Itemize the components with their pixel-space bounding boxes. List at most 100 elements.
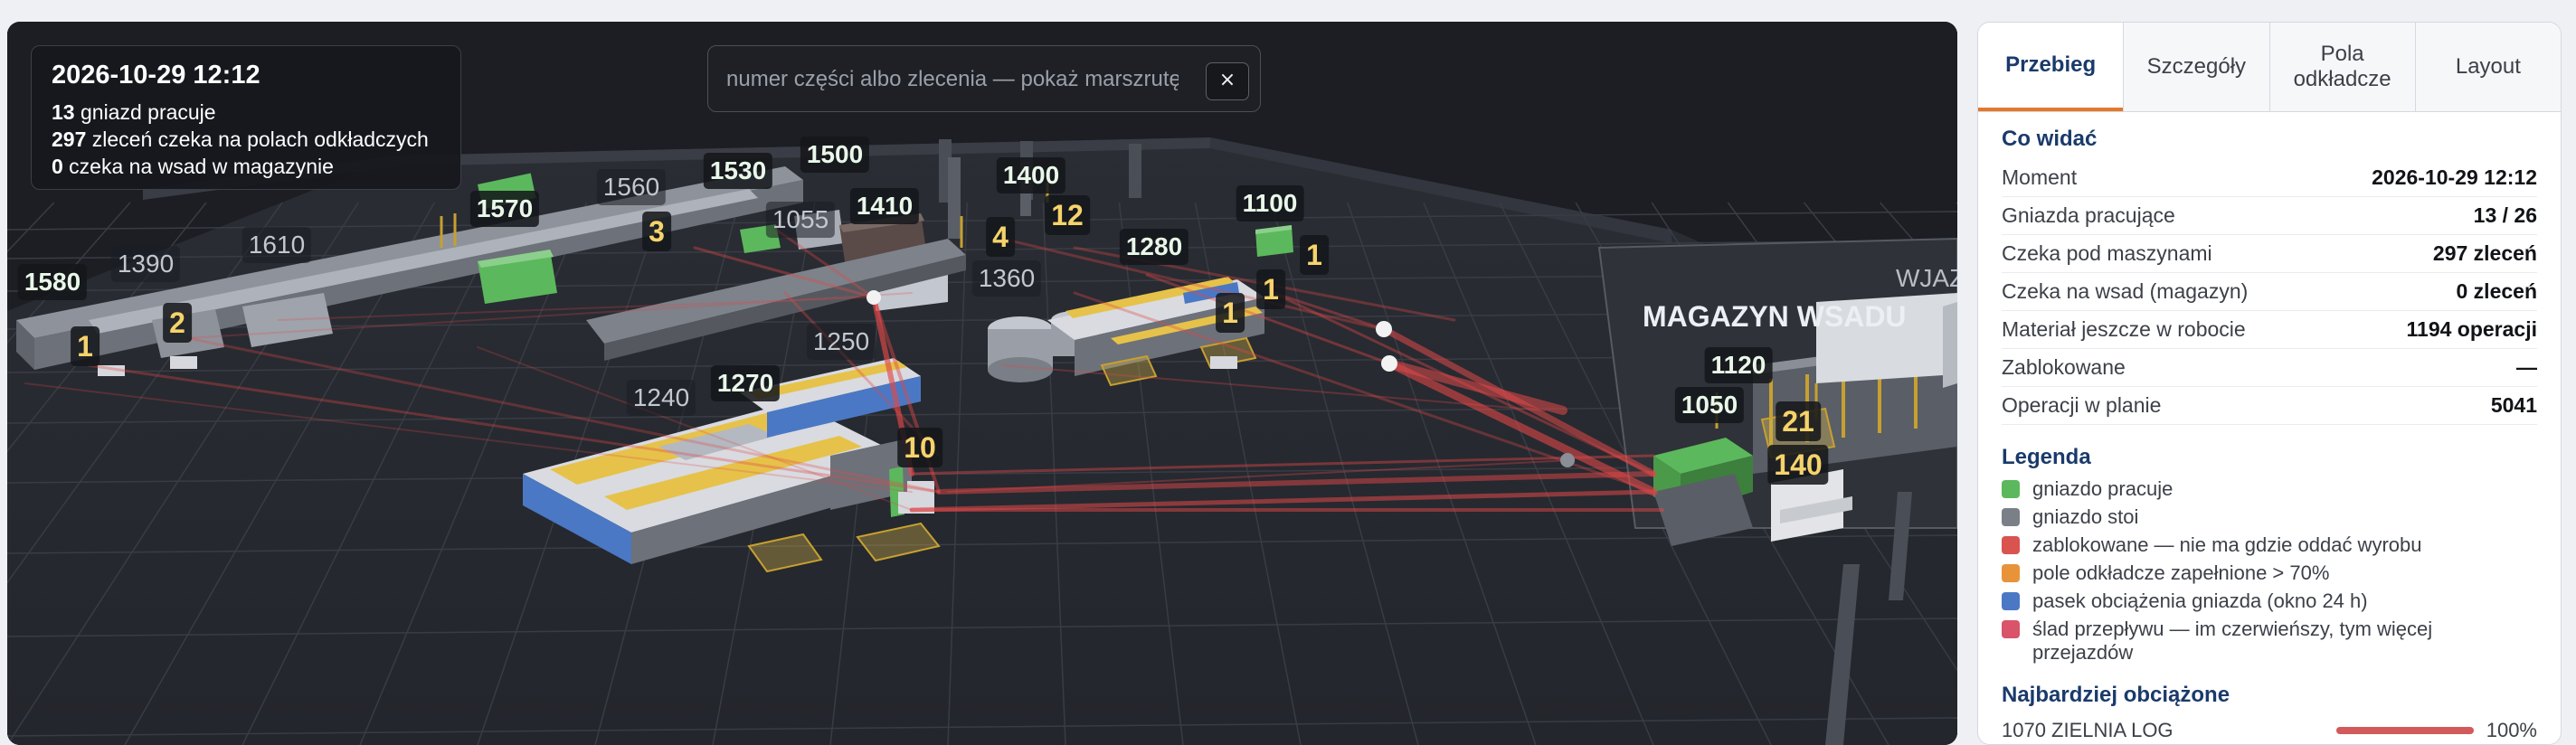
legend: gniazdo pracuje gniazdo stoi zablokowane…: [2002, 477, 2537, 665]
summary-value: 1194 operacji: [2406, 317, 2538, 341]
entry-label: WJAZD: [1896, 264, 1957, 292]
queue-count[interactable]: 3: [642, 212, 671, 251]
station-label-1280[interactable]: 1280: [1119, 229, 1189, 265]
queue-count[interactable]: 10: [897, 428, 942, 467]
legend-item: gniazdo pracuje: [2002, 477, 2537, 501]
busiest-row[interactable]: 1070 ZIELNIA LOG 100%: [2002, 715, 2537, 744]
side-panel: Przebieg Szczegóły Pola odkładcze Layout…: [1977, 22, 2562, 745]
legend-swatch: [2002, 508, 2020, 526]
legend-item: pasek obciążenia gniazda (okno 24 h): [2002, 589, 2537, 613]
station-label-1270[interactable]: 1270: [710, 365, 781, 401]
summary-label: Czeka na wsad (magazyn): [2002, 279, 2249, 303]
overlay-stat-warehouse: 0 czeka na wsad w magazynie: [52, 153, 440, 180]
overlay-timestamp: 2026-10-29 12:12: [52, 61, 260, 90]
station-label-1610[interactable]: 1610: [242, 227, 312, 263]
overlay-stat-working: 13 gniazd pracuje: [52, 99, 440, 126]
station-label-1390[interactable]: 1390: [110, 246, 181, 282]
summary-row: Operacji w planie 5041: [2002, 387, 2537, 425]
queue-count[interactable]: 140: [1767, 445, 1829, 485]
summary-row: Materiał jeszcze w robocie 1194 operacji: [2002, 311, 2537, 349]
station-label-1360[interactable]: 1360: [971, 260, 1042, 297]
legend-item: ślad przepływu — im czerwieńszy, tym wię…: [2002, 618, 2537, 665]
legend-swatch: [2002, 480, 2020, 498]
station-label-1100[interactable]: 1100: [1236, 185, 1304, 222]
station-label-1055[interactable]: 1055: [765, 202, 836, 238]
summary-row: Zablokowane —: [2002, 349, 2537, 387]
summary-row: Gniazda pracujące 13 / 26: [2002, 197, 2537, 235]
station-label-1530[interactable]: 1530: [703, 153, 773, 189]
summary-value: 2026-10-29 12:12: [2372, 165, 2537, 189]
legend-swatch: [2002, 536, 2020, 554]
search-clear-button[interactable]: ×: [1206, 62, 1249, 100]
queue-count[interactable]: 1: [1256, 269, 1285, 309]
tab-layout[interactable]: Layout: [2414, 23, 2561, 111]
summary-label: Gniazda pracujące: [2002, 203, 2175, 227]
station-label-1250[interactable]: 1250: [806, 324, 876, 360]
summary-value: 0 zleceń: [2456, 279, 2538, 303]
overlay-stat-text: gniazd pracuje: [74, 100, 216, 124]
tab-przebieg[interactable]: Przebieg: [1978, 23, 2124, 111]
summary-row: Moment 2026-10-29 12:12: [2002, 159, 2537, 197]
tab-pola-odkladcze[interactable]: Pola odkładcze: [2268, 23, 2415, 111]
busiest-name: 1070 ZIELNIA LOG: [2002, 719, 2174, 741]
legend-label: pole odkładcze zapełnione > 70%: [2032, 561, 2330, 584]
legend-label: gniazdo pracuje: [2032, 477, 2174, 500]
legend-title: Legenda: [2002, 445, 2091, 469]
summary-value: —: [2516, 355, 2537, 379]
queue-count[interactable]: 21: [1776, 401, 1821, 441]
queue-count[interactable]: 1: [1216, 293, 1245, 333]
summary-label: Moment: [2002, 165, 2078, 189]
queue-count[interactable]: 4: [986, 217, 1015, 257]
queue-count[interactable]: 12: [1045, 195, 1090, 235]
station-label-1580[interactable]: 1580: [17, 264, 88, 300]
legend-label: gniazdo stoi: [2032, 505, 2139, 528]
route-search-input[interactable]: [724, 57, 1180, 102]
station-label-1050[interactable]: 1050: [1674, 387, 1745, 423]
factory-3d-viewport[interactable]: 1580 1390 1610 1560 1570 1530 1500 1055 …: [7, 22, 1957, 745]
station-label-1120[interactable]: 1120: [1704, 347, 1773, 383]
legend-item: pole odkładcze zapełnione > 70%: [2002, 561, 2537, 585]
legend-swatch: [2002, 564, 2020, 582]
tab-szczegoly[interactable]: Szczegóły: [2123, 23, 2269, 111]
overlay-stat-text: zleceń czeka na polach odkładczych: [86, 127, 429, 151]
overlay-stat-value: 13: [52, 100, 75, 124]
panel-tabs: Przebieg Szczegóły Pola odkładcze Layout: [1978, 23, 2561, 112]
summary-label: Operacji w planie: [2002, 393, 2162, 417]
summary-table: Moment 2026-10-29 12:12 Gniazda pracujące…: [2002, 159, 2537, 425]
summary-value: 297 zleceń: [2432, 241, 2537, 265]
station-label-1410[interactable]: 1410: [849, 188, 920, 224]
busiest-value: 100%: [2486, 719, 2537, 741]
queue-count[interactable]: 1: [71, 326, 99, 366]
legend-swatch: [2002, 620, 2020, 638]
station-label-1500[interactable]: 1500: [800, 137, 870, 173]
busiest-load-fill: [2336, 727, 2474, 734]
summary-row: Czeka pod maszynami 297 zleceń: [2002, 235, 2537, 273]
station-label-1570[interactable]: 1570: [469, 191, 540, 227]
summary-label: Czeka pod maszynami: [2002, 241, 2212, 265]
legend-label: pasek obciążenia gniazda (okno 24 h): [2032, 589, 2368, 612]
legend-item: zablokowane — nie ma gdzie oddać wyrobu: [2002, 533, 2537, 557]
station-label-1240[interactable]: 1240: [626, 380, 696, 416]
queue-count[interactable]: 2: [163, 303, 192, 343]
route-search: ×: [707, 45, 1261, 112]
busiest-load-bar: [2336, 727, 2474, 734]
legend-swatch: [2002, 592, 2020, 610]
summary-value: 13 / 26: [2473, 203, 2537, 227]
summary-label: Materiał jeszcze w robocie: [2002, 317, 2246, 341]
station-label-1560[interactable]: 1560: [596, 169, 667, 205]
overlay-stat-text: czeka na wsad w magazynie: [62, 155, 334, 178]
status-overlay: 2026-10-29 12:12 13 gniazd pracuje 297 z…: [31, 45, 461, 190]
overlay-stat-value: 297: [52, 127, 87, 151]
queue-count[interactable]: 1: [1300, 235, 1329, 275]
summary-row: Czeka na wsad (magazyn) 0 zleceń: [2002, 273, 2537, 311]
legend-label: zablokowane — nie ma gdzie oddać wyrobu: [2032, 533, 2422, 556]
panel-body: Co widać Moment 2026-10-29 12:12 Gniazda …: [1978, 112, 2561, 744]
busiest-title: Najbardziej obciążone: [2002, 683, 2230, 707]
summary-value: 5041: [2490, 393, 2537, 417]
overlay-stat-value: 0: [52, 155, 63, 178]
station-label-1400[interactable]: 1400: [996, 157, 1066, 193]
summary-title: Co widać: [2002, 127, 2098, 151]
legend-label: ślad przepływu — im czerwieńszy, tym wię…: [2032, 618, 2433, 664]
legend-item: gniazdo stoi: [2002, 505, 2537, 529]
warehouse-label: MAGAZYN WSADU: [1643, 300, 1907, 333]
